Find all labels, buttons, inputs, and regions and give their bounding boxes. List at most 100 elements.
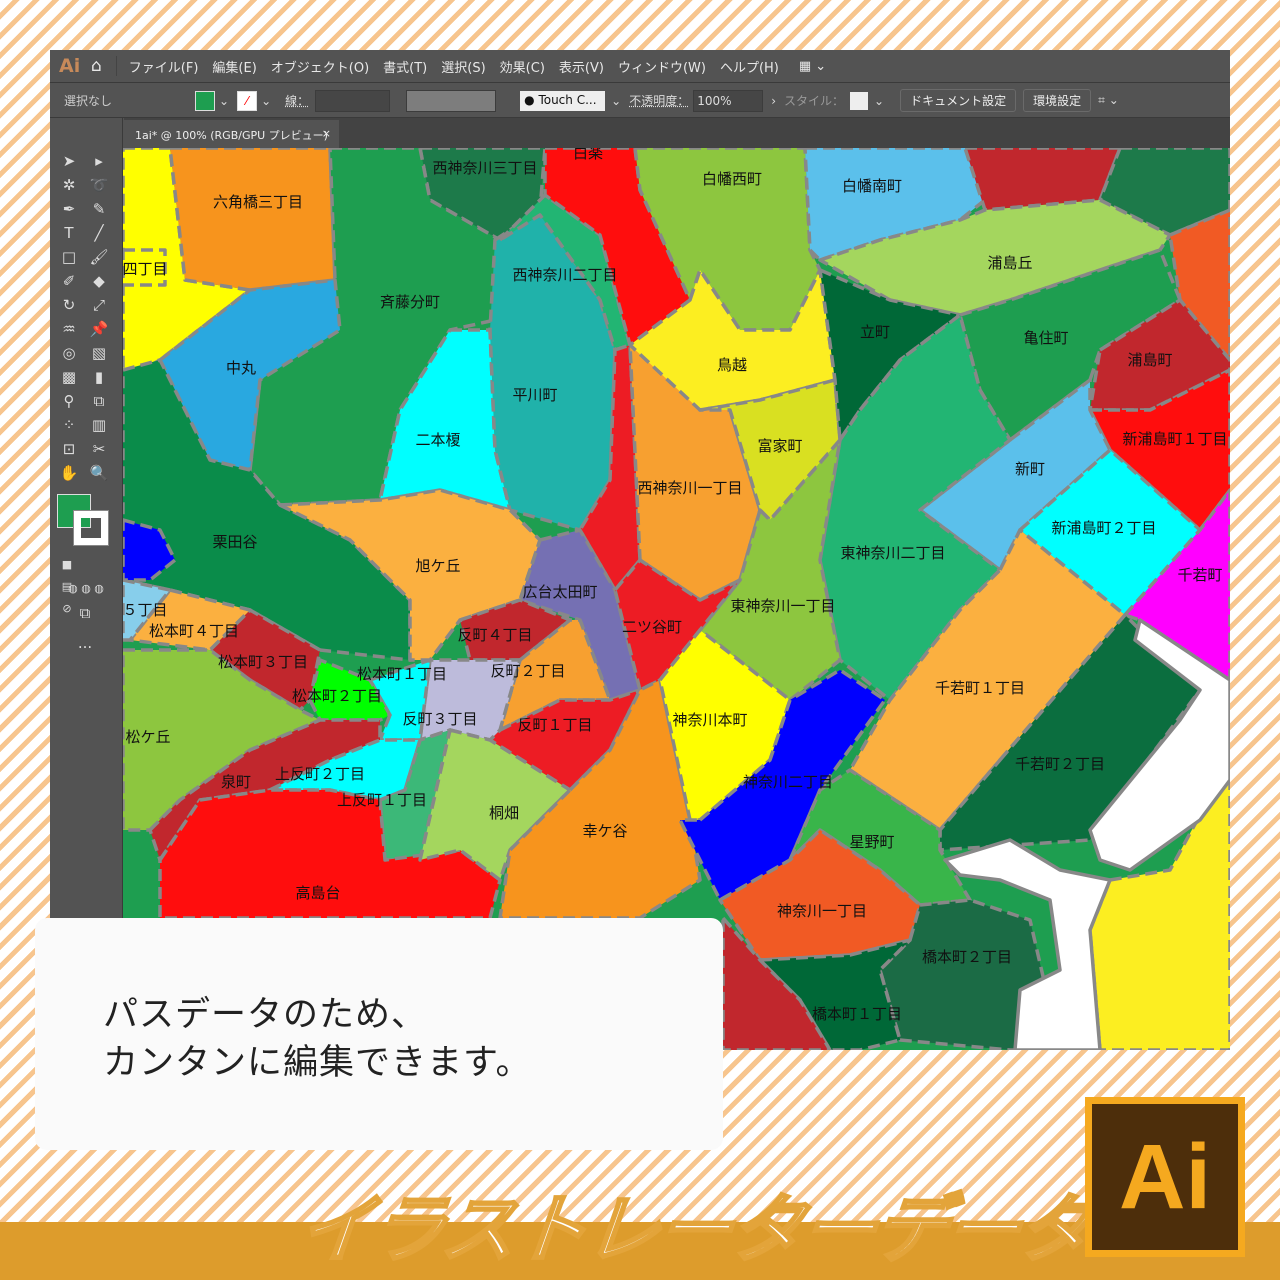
zoom-tool-icon[interactable]: 🔍 [88,462,110,484]
gradient-tool-icon[interactable]: ▮ [88,366,110,388]
region-label: 東神奈川一丁目 [730,597,835,615]
direct-selection-tool-icon[interactable]: ▸ [88,150,110,172]
lasso-icon[interactable]: ➰ [88,174,110,196]
menu-type[interactable]: 書式(T) [383,57,427,76]
more-tools-icon[interactable]: ... [74,632,96,654]
stroke-swatch[interactable]: ⁄ [237,90,258,111]
map-svg: 六角橋三丁目 西神奈川三丁目斉藤分町中丸栗田谷 二本榎 平川町 西神奈川二丁目 白楽西神奈… [123,148,1230,1050]
warp-tool-icon[interactable]: ♒ [58,318,80,340]
region-label: ５丁目 [123,601,168,619]
selection-status: 選択なし [64,94,113,108]
region-label: 松本町２丁目 [292,687,382,705]
shape-builder-icon[interactable]: ◎ [58,342,80,364]
pen-tool-icon[interactable]: ✒ [58,198,80,220]
color-mode-icon[interactable]: ■ ▤ ⊘ [56,554,78,615]
region-label: 松本町４丁目 [149,622,239,640]
region-label: 新町 [1015,460,1045,478]
rectangle-tool-icon[interactable]: □ [58,246,80,268]
opacity-input[interactable]: 100% [693,89,764,112]
region-label: 新浦島町１丁目 [1122,430,1227,448]
region-label: 上反町２丁目 [275,765,365,783]
draw-mode-icon[interactable]: ◍ ◍ ◍ [56,578,116,600]
menu-effect[interactable]: 効果(C) [500,57,545,76]
region-label: 神奈川本町 [672,711,747,729]
region-label: 中丸 [226,359,256,377]
region-label: 幸ケ谷 [582,822,627,840]
artboard-tool-icon[interactable]: ⊡ [58,438,80,460]
variable-width-profile[interactable] [406,89,497,112]
region-label: 反町４丁目 [457,626,532,644]
document-setup-button[interactable]: ドキュメント設定 [900,89,1017,112]
hand-tool-icon[interactable]: ✋ [58,462,80,484]
region-label: 西神奈川二丁目 [512,266,617,284]
region-label: 栗田谷 [212,533,257,551]
opacity-label: 不透明度： [629,94,690,108]
mesh-tool-icon[interactable]: ▩ [58,366,80,388]
selection-tool-icon[interactable]: ➤ [58,150,80,172]
region-label: 神奈川二丁目 [743,773,833,791]
style-swatch[interactable] [850,91,869,110]
region-label: 六角橋三丁目 [213,193,303,211]
eraser-icon[interactable]: ◆ [88,270,110,292]
screen-mode-icon[interactable]: ⧉ [74,602,96,624]
menu-select[interactable]: 選択(S) [441,57,485,76]
home-icon[interactable]: ⌂ [91,56,102,76]
menu-edit[interactable]: 編集(E) [212,57,256,76]
region-label: 白楽 [573,148,603,162]
rotate-tool-icon[interactable]: ↻ [58,294,80,316]
symbol-sprayer-icon[interactable]: ⁘ [58,414,80,436]
region-label: 東神奈川二丁目 [840,544,945,562]
arrange-icon[interactable]: ⌗ ⌄ [1098,93,1119,108]
curvature-tool-icon[interactable]: ✎ [88,198,110,220]
menu-bar: Ai ⌂ ファイル(F) 編集(E) オブジェクト(O) 書式(T) 選択(S)… [50,50,1230,83]
menu-window[interactable]: ウィンドウ(W) [618,57,706,76]
magic-wand-icon[interactable]: ✲ [58,174,80,196]
fill-swatch[interactable] [195,90,215,111]
workspace-switcher-icon[interactable]: ▦ ⌄ [799,59,826,74]
region-label: 浦島町 [1127,351,1172,369]
slice-tool-icon[interactable]: ✂ [88,438,110,460]
brush-select[interactable]: ● Touch C... [520,90,606,111]
menu-help[interactable]: ヘルプ(H) [720,57,779,76]
paintbrush-icon[interactable]: 🖌 [88,246,110,268]
region-label: 千若町１丁目 [935,679,1025,697]
blend-tool-icon[interactable]: ⧉ [88,390,110,412]
region-label: 桐畑 [489,804,519,822]
region-label: 斉藤分町 [380,293,440,311]
scale-tool-icon[interactable]: ⤢ [88,294,110,316]
region-label: 高島台 [295,884,340,902]
map-region[interactable] [168,148,337,292]
menu-view[interactable]: 表示(V) [559,57,604,76]
stroke-weight-input[interactable] [315,89,391,112]
document-tab-bar: 1ai* @ 100% (RGB/GPU プレビュー) × [124,118,1230,148]
region-label: 松本町３丁目 [218,653,308,671]
region-label: 立町 [860,323,890,341]
shaper-tool-icon[interactable]: ✐ [58,270,80,292]
stroke-color-box[interactable] [73,510,109,546]
graph-tool-icon[interactable]: ▥ [88,414,110,436]
preferences-button[interactable]: 環境設定 [1023,89,1092,112]
caption-line-1: パスデータのため、 [103,995,428,1035]
line-tool-icon[interactable]: ╱ [88,222,110,244]
region-label: 千若町２丁目 [1015,755,1105,773]
region-label: 富家町 [757,437,802,455]
perspective-grid-icon[interactable]: ▧ [88,342,110,364]
stroke-label: 線： [285,94,310,108]
type-tool-icon[interactable]: T [58,222,80,244]
document-tab[interactable]: 1ai* @ 100% (RGB/GPU プレビュー) × [124,120,339,148]
region-label: 二ツ谷町 [622,618,682,636]
close-tab-icon[interactable]: × [322,127,331,140]
menu-file[interactable]: ファイル(F) [129,57,199,76]
region-label: 四丁目 [123,260,168,278]
region-label: 橋本町２丁目 [922,948,1012,966]
menu-object[interactable]: オブジェクト(O) [271,57,369,76]
region-label: 新浦島町２丁目 [1051,519,1156,537]
region-label: 二本榎 [415,431,460,449]
region-label: 上反町１丁目 [337,791,427,809]
eyedropper-icon[interactable]: ⚲ [58,390,80,412]
pin-icon[interactable]: 📌 [88,318,110,340]
region-label: 星野町 [849,833,894,851]
region-label: 松ケ丘 [125,728,170,746]
region-label: 亀住町 [1023,329,1068,347]
region-label: 西神奈川三丁目 [432,159,537,177]
